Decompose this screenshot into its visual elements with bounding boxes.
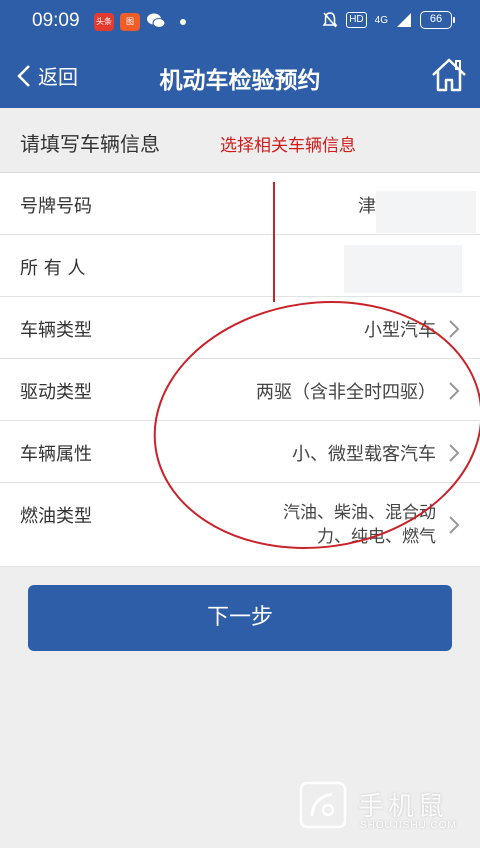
signal-icon [397,13,411,27]
vehicle-attribute-value: 小、微型载客汽车 [292,444,436,465]
vehicle-attribute-row[interactable]: 车辆属性 小、微型载客汽车 [0,421,480,483]
plate-number-value: 津 [358,196,376,217]
nav-bar: 返回 机动车检验预约 [0,44,480,108]
watermark-logo-icon [299,781,347,829]
vehicle-type-row[interactable]: 车辆类型 小型汽车 [0,297,480,359]
watermark-url: SHOUJISHU.COM [360,820,457,831]
section-header: 请填写车辆信息 选择相关车辆信息 [0,108,480,172]
vehicle-info-form: 号牌号码 津 所 有 人 车辆类型 小型汽车 驱动类型 两驱（含非全时四驱） 车… [0,172,480,567]
chevron-right-icon [449,320,460,338]
drive-type-label: 驱动类型 [20,382,92,403]
toutiao-app-icon: 头条 [94,13,114,31]
owner-row[interactable]: 所 有 人 [0,235,480,297]
status-time: 09:09 [32,10,80,31]
redacted-owner [344,245,462,293]
plate-number-label: 号牌号码 [20,196,92,217]
notification-dot [180,19,186,25]
plate-number-row[interactable]: 号牌号码 津 [0,173,480,235]
drive-type-value: 两驱（含非全时四驱） [256,382,436,403]
drive-type-row[interactable]: 驱动类型 两驱（含非全时四驱） [0,359,480,421]
page-title: 机动车检验预约 [159,68,321,94]
chevron-right-icon [449,516,460,534]
fuel-type-label: 燃油类型 [20,506,92,527]
vehicle-type-label: 车辆类型 [20,320,92,341]
section-title: 请填写车辆信息 [20,132,160,156]
battery-icon: 66 [420,11,455,29]
vehicle-attribute-label: 车辆属性 [20,444,92,465]
fuel-type-value: 汽油、柴油、混合动 力、纯电、燃气 [236,501,436,549]
home-icon[interactable] [430,56,468,94]
status-icons: HD 4G 66 [322,11,455,29]
chevron-right-icon [449,382,460,400]
notification-app-icon: 图 [120,13,140,31]
owner-label: 所 有 人 [20,258,86,279]
fuel-type-value-line1: 汽油、柴油、混合动 [283,503,436,523]
hd-icon: HD [346,12,367,28]
mute-bell-icon [322,12,338,28]
network-type: 4G [374,14,388,26]
chevron-right-icon [449,444,460,462]
wechat-icon [147,13,166,28]
annotation-label: 选择相关车辆信息 [220,136,356,156]
redacted-plate [376,191,476,233]
fuel-type-row[interactable]: 燃油类型 汽油、柴油、混合动 力、纯电、燃气 [0,483,480,567]
fuel-type-value-line2: 力、纯电、燃气 [317,527,436,547]
next-step-button[interactable]: 下一步 [28,585,452,651]
watermark-brand: 手机鼠 [358,792,449,822]
vehicle-type-value: 小型汽车 [364,320,436,341]
status-bar: 09:09 头条 图 HD 4G 66 [0,0,480,44]
